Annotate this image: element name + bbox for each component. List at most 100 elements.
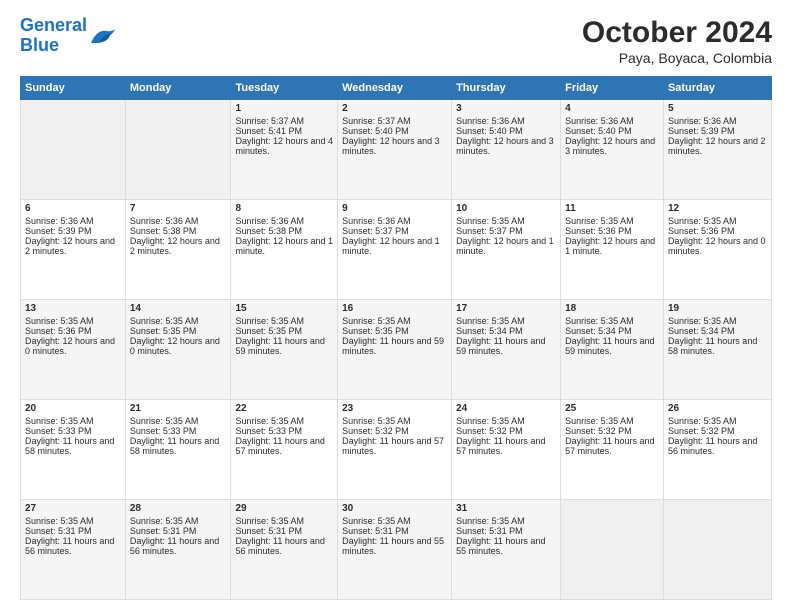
daylight-text: Daylight: 11 hours and 58 minutes. <box>668 336 757 356</box>
sunset-text: Sunset: 5:34 PM <box>668 326 735 336</box>
calendar-cell: 7 Sunrise: 5:36 AM Sunset: 5:38 PM Dayli… <box>125 200 231 300</box>
day-number: 23 <box>342 403 447 414</box>
daylight-text: Daylight: 12 hours and 0 minutes. <box>668 236 766 256</box>
calendar-cell: 5 Sunrise: 5:36 AM Sunset: 5:39 PM Dayli… <box>663 100 771 200</box>
daylight-text: Daylight: 12 hours and 3 minutes. <box>456 136 554 156</box>
daylight-text: Daylight: 11 hours and 56 minutes. <box>130 536 219 556</box>
day-number: 18 <box>565 303 659 314</box>
calendar-table: Sunday Monday Tuesday Wednesday Thursday… <box>20 76 772 600</box>
sunset-text: Sunset: 5:36 PM <box>565 226 632 236</box>
header: General Blue October 2024 Paya, Boyaca, … <box>20 16 772 66</box>
day-number: 8 <box>235 203 333 214</box>
daylight-text: Daylight: 11 hours and 59 minutes. <box>456 336 545 356</box>
sunrise-text: Sunrise: 5:35 AM <box>342 516 411 526</box>
calendar-cell <box>561 500 664 600</box>
sunset-text: Sunset: 5:33 PM <box>130 426 197 436</box>
logo-blue: Blue <box>20 36 87 56</box>
col-friday: Friday <box>561 77 664 100</box>
sunrise-text: Sunrise: 5:35 AM <box>565 216 634 226</box>
calendar-week-row: 13 Sunrise: 5:35 AM Sunset: 5:36 PM Dayl… <box>21 300 772 400</box>
daylight-text: Daylight: 12 hours and 2 minutes. <box>130 236 220 256</box>
title-block: October 2024 Paya, Boyaca, Colombia <box>582 16 772 66</box>
sunset-text: Sunset: 5:31 PM <box>456 526 523 536</box>
day-number: 2 <box>342 103 447 114</box>
sunrise-text: Sunrise: 5:35 AM <box>25 416 94 426</box>
col-sunday: Sunday <box>21 77 126 100</box>
calendar-week-row: 27 Sunrise: 5:35 AM Sunset: 5:31 PM Dayl… <box>21 500 772 600</box>
calendar-week-row: 1 Sunrise: 5:37 AM Sunset: 5:41 PM Dayli… <box>21 100 772 200</box>
col-saturday: Saturday <box>663 77 771 100</box>
daylight-text: Daylight: 12 hours and 3 minutes. <box>565 136 655 156</box>
sunset-text: Sunset: 5:31 PM <box>25 526 92 536</box>
sunset-text: Sunset: 5:32 PM <box>342 426 409 436</box>
sunrise-text: Sunrise: 5:35 AM <box>565 416 634 426</box>
calendar-cell: 18 Sunrise: 5:35 AM Sunset: 5:34 PM Dayl… <box>561 300 664 400</box>
sunset-text: Sunset: 5:35 PM <box>235 326 302 336</box>
sunrise-text: Sunrise: 5:35 AM <box>565 316 634 326</box>
sunrise-text: Sunrise: 5:35 AM <box>342 416 411 426</box>
calendar-cell: 3 Sunrise: 5:36 AM Sunset: 5:40 PM Dayli… <box>452 100 561 200</box>
daylight-text: Daylight: 12 hours and 2 minutes. <box>25 236 115 256</box>
calendar-cell: 1 Sunrise: 5:37 AM Sunset: 5:41 PM Dayli… <box>231 100 338 200</box>
sunrise-text: Sunrise: 5:35 AM <box>456 316 525 326</box>
sunrise-text: Sunrise: 5:36 AM <box>235 216 304 226</box>
day-number: 24 <box>456 403 556 414</box>
calendar-cell: 11 Sunrise: 5:35 AM Sunset: 5:36 PM Dayl… <box>561 200 664 300</box>
sunset-text: Sunset: 5:32 PM <box>668 426 735 436</box>
day-number: 17 <box>456 303 556 314</box>
sunrise-text: Sunrise: 5:35 AM <box>668 416 737 426</box>
sunrise-text: Sunrise: 5:36 AM <box>565 116 634 126</box>
daylight-text: Daylight: 11 hours and 57 minutes. <box>456 436 545 456</box>
calendar-cell: 9 Sunrise: 5:36 AM Sunset: 5:37 PM Dayli… <box>338 200 452 300</box>
day-number: 12 <box>668 203 767 214</box>
col-monday: Monday <box>125 77 231 100</box>
day-number: 10 <box>456 203 556 214</box>
sunset-text: Sunset: 5:34 PM <box>565 326 632 336</box>
daylight-text: Daylight: 12 hours and 1 minute. <box>235 236 333 256</box>
calendar-cell <box>663 500 771 600</box>
daylight-text: Daylight: 12 hours and 0 minutes. <box>25 336 115 356</box>
sunrise-text: Sunrise: 5:36 AM <box>342 216 411 226</box>
calendar-cell: 19 Sunrise: 5:35 AM Sunset: 5:34 PM Dayl… <box>663 300 771 400</box>
sunrise-text: Sunrise: 5:35 AM <box>235 416 304 426</box>
calendar-cell: 4 Sunrise: 5:36 AM Sunset: 5:40 PM Dayli… <box>561 100 664 200</box>
day-number: 22 <box>235 403 333 414</box>
sunrise-text: Sunrise: 5:36 AM <box>25 216 94 226</box>
sunrise-text: Sunrise: 5:36 AM <box>130 216 199 226</box>
sunrise-text: Sunrise: 5:35 AM <box>130 416 199 426</box>
sunset-text: Sunset: 5:37 PM <box>456 226 523 236</box>
calendar-cell: 29 Sunrise: 5:35 AM Sunset: 5:31 PM Dayl… <box>231 500 338 600</box>
day-number: 20 <box>25 403 121 414</box>
sunset-text: Sunset: 5:40 PM <box>565 126 632 136</box>
calendar-cell: 13 Sunrise: 5:35 AM Sunset: 5:36 PM Dayl… <box>21 300 126 400</box>
daylight-text: Daylight: 12 hours and 1 minute. <box>456 236 554 256</box>
sunset-text: Sunset: 5:40 PM <box>342 126 409 136</box>
sunrise-text: Sunrise: 5:37 AM <box>342 116 411 126</box>
calendar-cell: 12 Sunrise: 5:35 AM Sunset: 5:36 PM Dayl… <box>663 200 771 300</box>
sunset-text: Sunset: 5:39 PM <box>668 126 735 136</box>
sunset-text: Sunset: 5:38 PM <box>130 226 197 236</box>
daylight-text: Daylight: 11 hours and 56 minutes. <box>668 436 757 456</box>
logo-bird-icon <box>89 25 117 47</box>
calendar-cell: 30 Sunrise: 5:35 AM Sunset: 5:31 PM Dayl… <box>338 500 452 600</box>
day-number: 3 <box>456 103 556 114</box>
sunset-text: Sunset: 5:35 PM <box>130 326 197 336</box>
sunrise-text: Sunrise: 5:35 AM <box>342 316 411 326</box>
day-number: 29 <box>235 503 333 514</box>
calendar-cell: 24 Sunrise: 5:35 AM Sunset: 5:32 PM Dayl… <box>452 400 561 500</box>
daylight-text: Daylight: 12 hours and 1 minute. <box>565 236 655 256</box>
col-thursday: Thursday <box>452 77 561 100</box>
day-number: 21 <box>130 403 227 414</box>
day-number: 27 <box>25 503 121 514</box>
day-number: 14 <box>130 303 227 314</box>
sunset-text: Sunset: 5:38 PM <box>235 226 302 236</box>
daylight-text: Daylight: 11 hours and 59 minutes. <box>565 336 654 356</box>
page: General Blue October 2024 Paya, Boyaca, … <box>0 0 792 612</box>
calendar-cell: 14 Sunrise: 5:35 AM Sunset: 5:35 PM Dayl… <box>125 300 231 400</box>
logo-text: General <box>20 16 87 36</box>
header-row: Sunday Monday Tuesday Wednesday Thursday… <box>21 77 772 100</box>
day-number: 31 <box>456 503 556 514</box>
day-number: 7 <box>130 203 227 214</box>
daylight-text: Daylight: 12 hours and 0 minutes. <box>130 336 220 356</box>
sunset-text: Sunset: 5:40 PM <box>456 126 523 136</box>
